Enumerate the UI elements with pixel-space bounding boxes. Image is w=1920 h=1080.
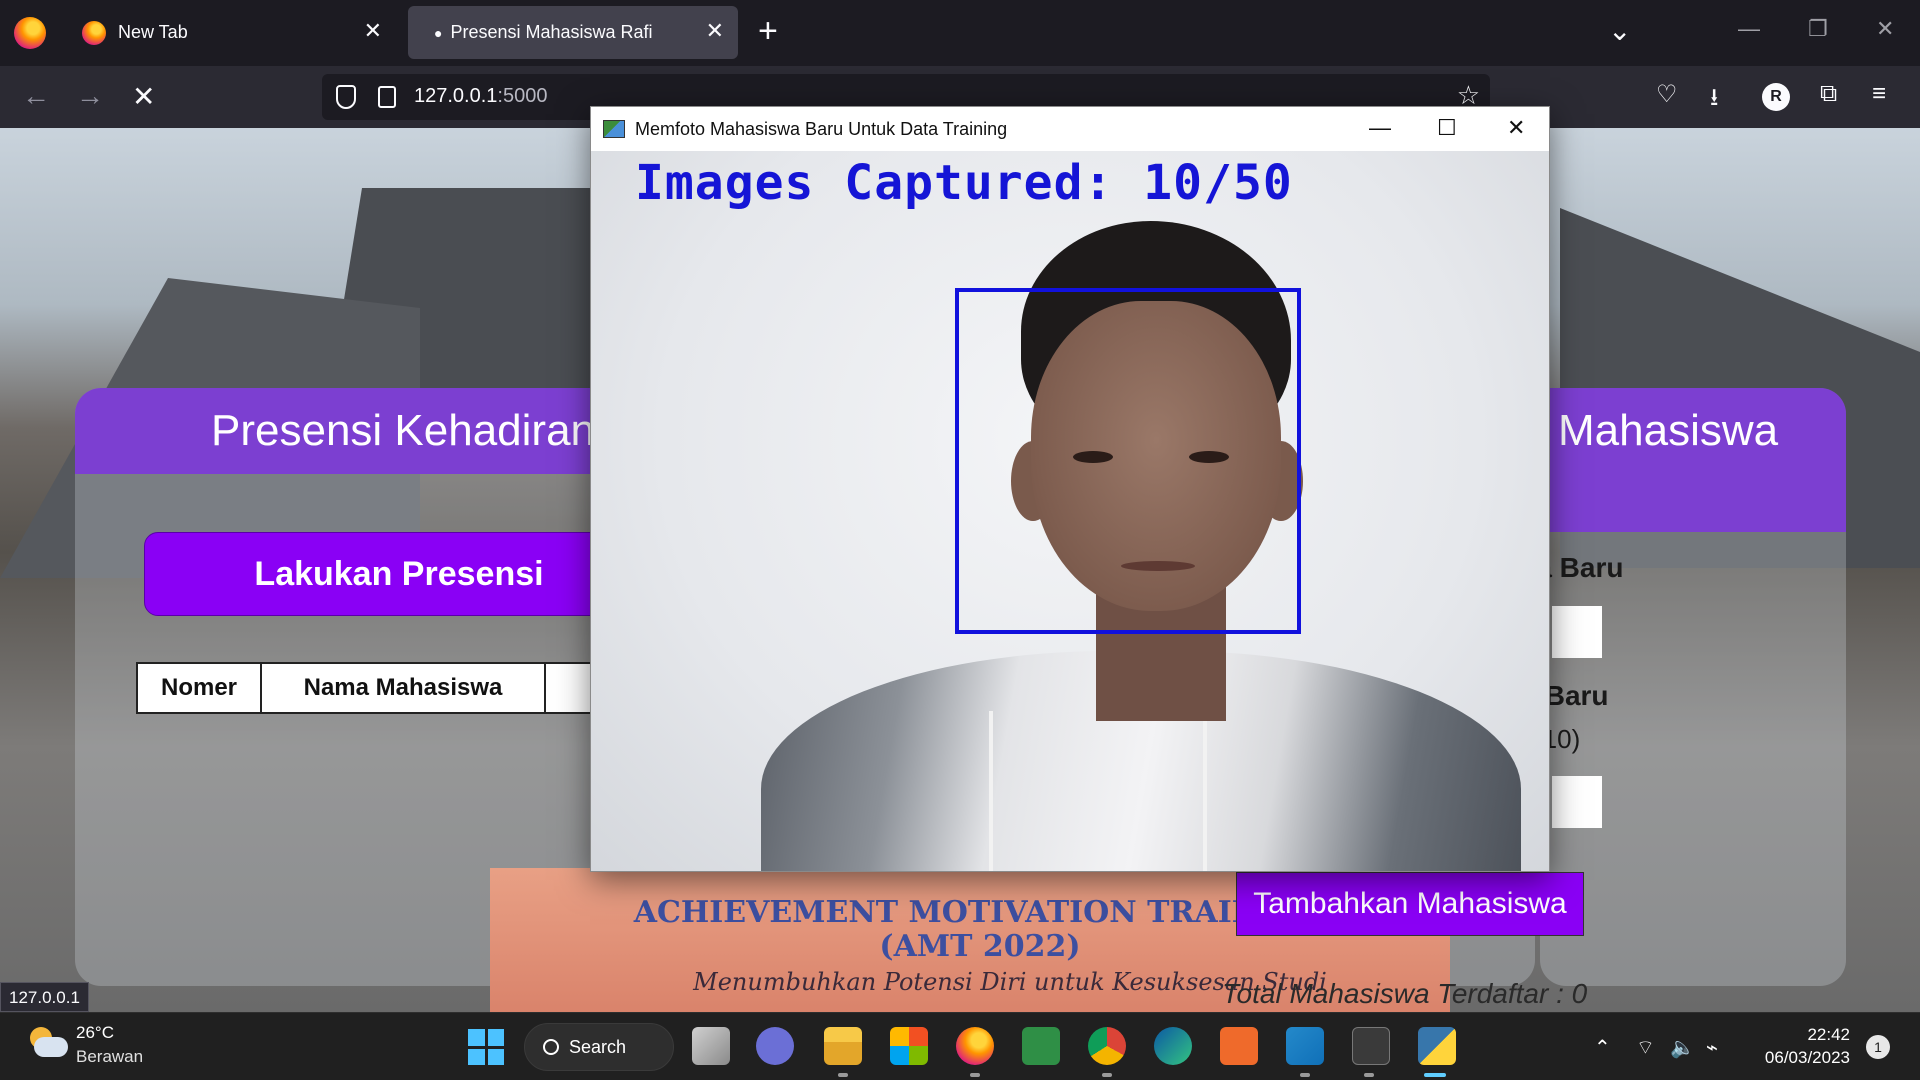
close-window-icon[interactable]: ✕ <box>1876 16 1894 42</box>
status-link-url: 127.0.0.1 <box>0 982 89 1012</box>
teams-chat-icon[interactable] <box>756 1027 794 1065</box>
weather-condition[interactable]: Berawan <box>76 1047 143 1067</box>
search-icon <box>543 1039 559 1055</box>
python-icon[interactable] <box>1418 1027 1456 1065</box>
student-card-header: Mahasiswa <box>1540 388 1846 532</box>
minimize-window-icon[interactable]: — <box>1738 16 1760 42</box>
back-arrow-icon[interactable]: ← <box>22 80 50 112</box>
stop-loading-icon[interactable]: ✕ <box>132 80 155 113</box>
edge-icon[interactable] <box>1154 1027 1192 1065</box>
maximize-icon[interactable]: ☐ <box>1437 115 1457 141</box>
clock-date: 06/03/2023 <box>1764 1048 1850 1067</box>
running-indicator <box>970 1073 980 1077</box>
webcam-feed: Images Captured: 10/50 <box>591 151 1549 871</box>
new-student-nim-input[interactable] <box>1552 776 1602 828</box>
clock-time: 22:42 <box>1807 1025 1850 1044</box>
microsoft-store-icon[interactable] <box>890 1027 928 1065</box>
capture-window[interactable]: Memfoto Mahasiswa Baru Untuk Data Traini… <box>590 106 1550 872</box>
account-avatar[interactable]: R <box>1762 83 1790 111</box>
images-captured-counter: Images Captured: 10/50 <box>635 155 1293 211</box>
weather-temperature[interactable]: 26°C <box>76 1023 114 1043</box>
column-header-nomer: Nomer <box>138 664 262 712</box>
hamburger-menu-icon[interactable]: ≡ <box>1872 80 1886 108</box>
browser-tab-bar: New Tab ✕ ● Presensi Mahasiswa Rafi ✕ + … <box>0 0 1920 66</box>
app-icon[interactable] <box>1220 1027 1258 1065</box>
notification-badge[interactable]: 1 <box>1866 1035 1890 1059</box>
search-label: Search <box>569 1036 627 1057</box>
banner-title: ACHIEVEMENT MOTIVATION TRAINING (AMT 202… <box>633 895 1327 964</box>
new-tab-button[interactable]: + <box>758 12 778 51</box>
running-indicator <box>838 1073 848 1077</box>
url-text[interactable]: 127.0.0.1:5000 <box>414 85 547 108</box>
page-info-icon[interactable] <box>378 86 396 108</box>
total-students-text: Total Mahasiswa Terdaftar : 0 <box>1222 978 1588 1009</box>
extensions-icon[interactable]: ⧉ <box>1820 80 1837 108</box>
notes-app-icon[interactable] <box>1022 1027 1060 1065</box>
tab-presensi[interactable]: ● Presensi Mahasiswa Rafi ✕ <box>408 6 738 59</box>
downloads-icon[interactable]: ⭳ <box>1710 80 1718 121</box>
column-header-nama: Nama Mahasiswa <box>262 664 546 712</box>
firefox-favicon-icon <box>82 20 106 45</box>
volume-icon[interactable]: 🔈 <box>1670 1035 1695 1060</box>
active-app-indicator <box>1424 1073 1446 1077</box>
running-indicator <box>1300 1073 1310 1077</box>
tambahkan-mahasiswa-button[interactable]: Tambahkan Mahasiswa <box>1236 872 1584 936</box>
firefox-icon[interactable] <box>956 1027 994 1065</box>
close-tab-icon[interactable]: ✕ <box>364 18 382 44</box>
capture-window-title: Memfoto Mahasiswa Baru Untuk Data Traini… <box>635 118 1008 139</box>
forward-arrow-icon[interactable]: → <box>76 80 104 112</box>
loading-dot-icon: ● <box>434 24 443 41</box>
list-all-tabs-chevron-icon[interactable]: ⌄ <box>1608 14 1631 47</box>
hoodie-cord <box>989 711 993 871</box>
tab-label: Presensi Mahasiswa Rafi <box>450 22 653 42</box>
windows-taskbar: 26°C Berawan Search ⌃ ⌔ 🔈 ⌁ 22:42 06/03/… <box>0 1012 1920 1080</box>
vscode-icon[interactable] <box>1286 1027 1324 1065</box>
windows-start-icon[interactable] <box>468 1029 504 1065</box>
restore-window-icon[interactable]: ❐ <box>1808 16 1828 42</box>
battery-charging-icon[interactable]: ⌁ <box>1706 1035 1718 1060</box>
task-view-icon[interactable] <box>692 1027 730 1065</box>
new-student-name-input[interactable] <box>1552 606 1602 658</box>
taskbar-clock[interactable]: 22:42 06/03/2023 <box>1750 1023 1850 1069</box>
weather-cloudy-icon[interactable] <box>26 1027 68 1057</box>
capture-window-titlebar[interactable]: Memfoto Mahasiswa Baru Untuk Data Traini… <box>591 107 1549 151</box>
taskbar-search-button[interactable]: Search <box>524 1023 674 1071</box>
tab-new-tab[interactable]: New Tab ✕ <box>66 6 396 59</box>
terminal-icon[interactable] <box>1352 1027 1390 1065</box>
close-tab-icon[interactable]: ✕ <box>706 18 724 44</box>
tab-label: New Tab <box>118 22 188 42</box>
pocket-icon[interactable]: ♡ <box>1656 80 1678 109</box>
close-icon[interactable]: ✕ <box>1507 115 1525 141</box>
app-window-icon <box>603 120 625 138</box>
face-detection-box <box>955 288 1301 634</box>
lakukan-presensi-button[interactable]: Lakukan Presensi <box>144 532 604 616</box>
minimize-icon[interactable]: — <box>1369 115 1391 141</box>
presensi-card-title: Presensi Kehadiran <box>211 406 596 455</box>
file-explorer-icon[interactable] <box>824 1027 862 1065</box>
running-indicator <box>1364 1073 1374 1077</box>
chrome-icon[interactable] <box>1088 1027 1126 1065</box>
student-card-title: Mahasiswa <box>1558 406 1779 455</box>
hoodie-cord <box>1203 711 1207 871</box>
firefox-menu-icon[interactable] <box>14 17 46 49</box>
show-hidden-icons-chevron-icon[interactable]: ⌃ <box>1594 1035 1611 1060</box>
tracking-protection-shield-icon[interactable] <box>336 85 356 109</box>
wifi-icon[interactable]: ⌔ <box>1636 1035 1655 1060</box>
running-indicator <box>1102 1073 1112 1077</box>
